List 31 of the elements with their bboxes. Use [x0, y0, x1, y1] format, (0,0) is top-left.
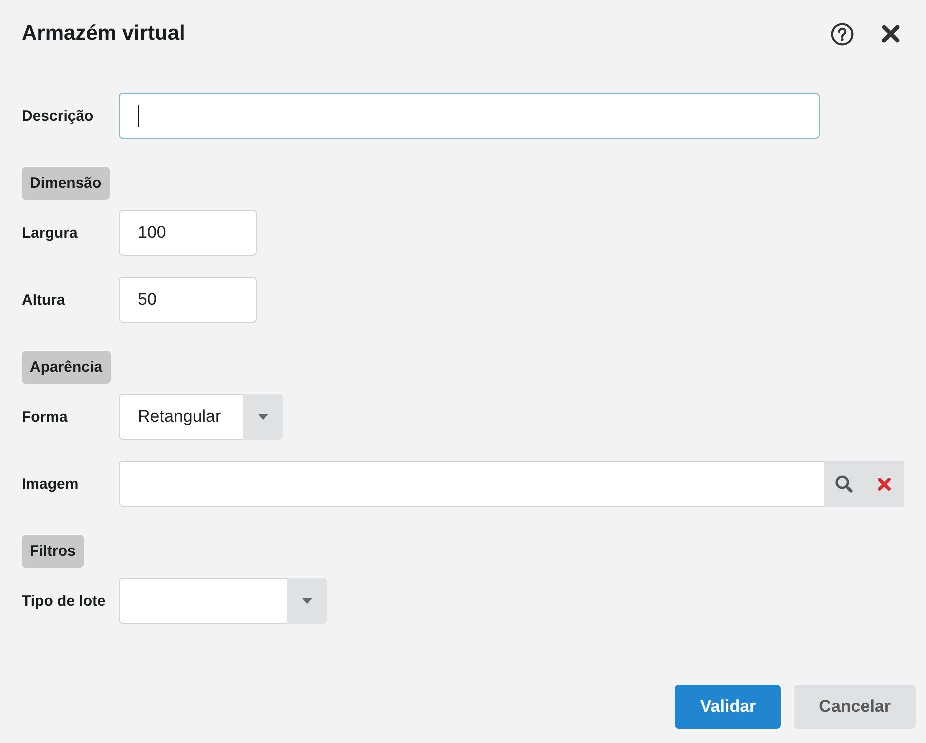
- section-heading: Filtros: [22, 535, 84, 568]
- confirm-button[interactable]: Validar: [675, 685, 782, 729]
- text-cursor: [138, 105, 139, 127]
- help-button[interactable]: [831, 22, 854, 46]
- dropdown-field[interactable]: [119, 578, 287, 624]
- cross-icon: [878, 478, 890, 490]
- clear-button[interactable]: [864, 461, 904, 507]
- dropdown-toggle[interactable]: [287, 578, 327, 624]
- section-heading: Dimensão: [22, 167, 110, 200]
- field-label: Tipo de lote: [22, 592, 107, 610]
- section-heading: Aparência: [22, 351, 111, 384]
- cancel-button[interactable]: Cancelar: [794, 685, 916, 729]
- input-field[interactable]: [119, 93, 820, 139]
- dropdown-field[interactable]: Retangular: [119, 394, 244, 440]
- field-label: Descrição: [22, 108, 95, 124]
- search-icon: [835, 475, 853, 493]
- dialog-title: Armazém virtual: [22, 22, 186, 46]
- field-label: Imagem: [22, 476, 80, 492]
- input-field[interactable]: 100: [119, 210, 257, 256]
- field-label: Largura: [22, 224, 79, 242]
- close-icon: [882, 25, 900, 43]
- field-label: Forma: [22, 408, 69, 426]
- caret-icon: [258, 414, 269, 420]
- field-label: Altura: [22, 292, 66, 308]
- help-icon: [831, 22, 854, 46]
- close-button[interactable]: [882, 25, 900, 43]
- search-button[interactable]: [824, 461, 864, 507]
- input-field[interactable]: 50: [119, 277, 257, 323]
- caret-icon: [302, 598, 312, 604]
- input-field[interactable]: [119, 461, 824, 507]
- dropdown-toggle[interactable]: [243, 394, 284, 440]
